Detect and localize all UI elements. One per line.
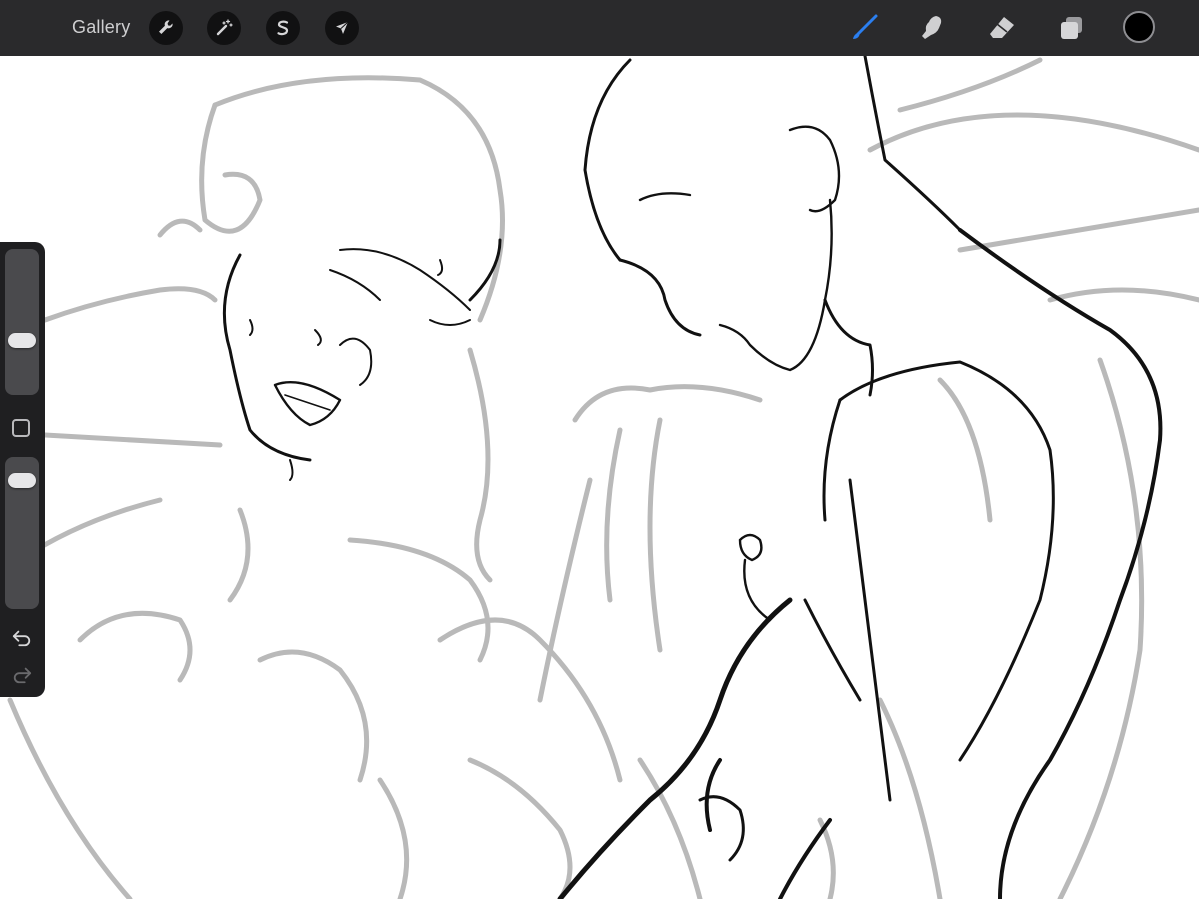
redo-button[interactable]: [10, 664, 34, 686]
sketch-layer: [7, 57, 1199, 899]
selection-button[interactable]: [266, 11, 300, 45]
drawing-canvas[interactable]: [0, 56, 1199, 899]
layers-icon: [1061, 17, 1082, 39]
left-sidebar: [0, 242, 45, 697]
eraser-tool-button[interactable]: [984, 10, 1020, 46]
modify-button[interactable]: [12, 419, 30, 437]
redo-arrow-icon: [13, 667, 32, 684]
color-picker-button[interactable]: [1123, 11, 1155, 43]
eraser-icon: [990, 17, 1014, 38]
actions-button[interactable]: [149, 11, 183, 45]
arrow-cursor-icon: [336, 21, 349, 34]
brush-icon: [853, 14, 878, 39]
brush-size-thumb[interactable]: [8, 333, 36, 349]
undo-button[interactable]: [10, 627, 34, 649]
wrench-icon: [159, 20, 173, 34]
smudge-finger-icon: [922, 16, 942, 39]
opacity-slider[interactable]: [5, 457, 39, 609]
top-toolbar: Gallery: [0, 0, 1199, 56]
opacity-thumb[interactable]: [8, 473, 36, 489]
gallery-button[interactable]: Gallery: [72, 17, 130, 38]
undo-arrow-icon: [12, 630, 31, 647]
selection-s-icon: [277, 20, 289, 36]
adjustments-button[interactable]: [207, 11, 241, 45]
magic-wand-icon: [216, 19, 233, 36]
brush-tool-button[interactable]: [846, 10, 882, 46]
smudge-tool-button[interactable]: [914, 10, 950, 46]
brush-size-slider[interactable]: [5, 249, 39, 395]
transform-button[interactable]: [325, 11, 359, 45]
layers-tool-button[interactable]: [1053, 10, 1089, 46]
